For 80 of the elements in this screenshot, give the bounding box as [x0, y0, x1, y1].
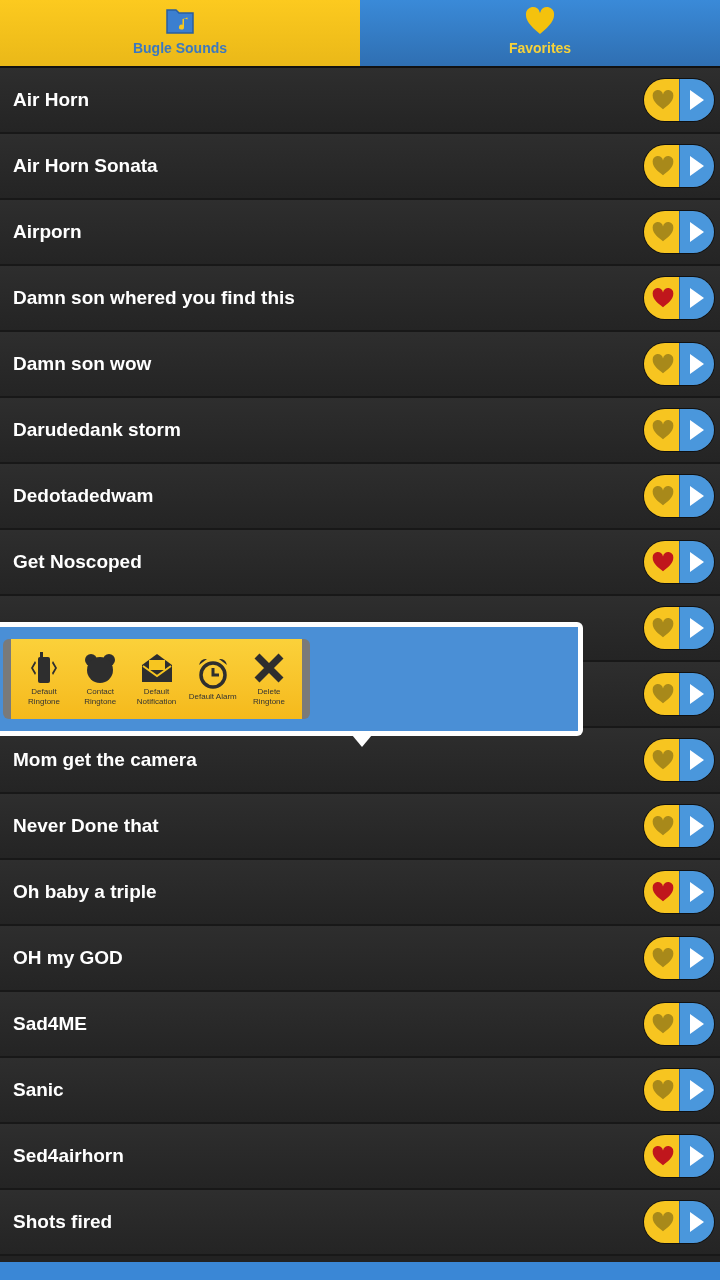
favorite-button[interactable]: [644, 805, 680, 847]
action-button[interactable]: Default Ringtone: [17, 651, 71, 707]
play-icon: [689, 353, 705, 375]
play-button[interactable]: [679, 343, 714, 385]
sound-name[interactable]: Darudedank storm: [13, 415, 181, 445]
play-icon: [689, 749, 705, 771]
favorite-button[interactable]: [644, 211, 680, 253]
favorite-button[interactable]: [644, 409, 680, 451]
action-button[interactable]: Delete Ringtone: [242, 651, 296, 707]
favorite-button[interactable]: [644, 871, 680, 913]
play-button[interactable]: [679, 211, 714, 253]
play-button[interactable]: [679, 937, 714, 979]
favorite-button[interactable]: [644, 343, 680, 385]
play-icon: [689, 1145, 705, 1167]
play-button[interactable]: [679, 1135, 714, 1177]
play-button[interactable]: [679, 1003, 714, 1045]
play-icon: [689, 881, 705, 903]
action-button[interactable]: Default Notification: [129, 651, 184, 707]
play-icon: [689, 1079, 705, 1101]
play-icon: [689, 485, 705, 507]
animal-head-icon: [83, 651, 118, 685]
sound-name[interactable]: Mom get the camera: [13, 745, 197, 775]
action-button[interactable]: Contact Ringtone: [73, 651, 128, 707]
play-icon: [689, 221, 705, 243]
close-icon: [252, 651, 286, 685]
sound-name[interactable]: Air Horn: [13, 85, 89, 115]
favorite-button[interactable]: [644, 739, 680, 781]
play-icon: [689, 551, 705, 573]
sound-name[interactable]: Air Horn Sonata: [13, 151, 158, 181]
favorite-button[interactable]: [644, 1069, 680, 1111]
favorite-button[interactable]: [644, 937, 680, 979]
play-button[interactable]: [679, 277, 714, 319]
play-button[interactable]: [679, 871, 714, 913]
heart-icon: [525, 6, 555, 36]
favorite-button[interactable]: [644, 475, 680, 517]
favorite-button[interactable]: [644, 541, 680, 583]
favorite-button[interactable]: [644, 607, 680, 649]
play-button[interactable]: [679, 805, 714, 847]
favorite-button[interactable]: [644, 673, 680, 715]
music-folder-icon: [165, 6, 195, 36]
sound-name[interactable]: Sanic: [13, 1075, 64, 1105]
sound-name[interactable]: Dedotadedwam: [13, 481, 154, 511]
sound-name[interactable]: Damn son whered you find this: [13, 283, 295, 313]
play-button[interactable]: [679, 739, 714, 781]
favorite-button[interactable]: [644, 1135, 680, 1177]
play-icon: [689, 89, 705, 111]
sound-name[interactable]: Airporn: [13, 217, 82, 247]
play-icon: [689, 419, 705, 441]
sound-name[interactable]: Oh baby a triple: [13, 877, 157, 907]
sound-name[interactable]: Never Done that: [13, 811, 159, 841]
sound-name[interactable]: Sed4airhorn: [13, 1141, 124, 1171]
play-icon: [689, 815, 705, 837]
sound-name[interactable]: OH my GOD: [13, 943, 123, 973]
favorite-button[interactable]: [644, 1201, 680, 1243]
sound-name[interactable]: Damn son wow: [13, 349, 152, 379]
play-icon: [689, 617, 705, 639]
play-icon: [689, 155, 705, 177]
play-button[interactable]: [679, 475, 714, 517]
play-button[interactable]: [679, 541, 714, 583]
action-button[interactable]: Default Alarm: [185, 656, 240, 702]
envelope-icon: [139, 651, 174, 685]
play-button[interactable]: [679, 409, 714, 451]
play-icon: [689, 1211, 705, 1233]
play-button[interactable]: [679, 145, 714, 187]
play-button[interactable]: [679, 79, 714, 121]
play-button[interactable]: [679, 1201, 714, 1243]
play-button[interactable]: [679, 673, 714, 715]
favorite-button[interactable]: [644, 1003, 680, 1045]
play-icon: [689, 683, 705, 705]
play-button[interactable]: [679, 607, 714, 649]
favorite-button[interactable]: [644, 79, 680, 121]
play-icon: [689, 1013, 705, 1035]
sound-name[interactable]: Sad4ME: [13, 1009, 87, 1039]
favorite-button[interactable]: [644, 277, 680, 319]
sound-name[interactable]: Get Noscoped: [13, 547, 142, 577]
play-icon: [689, 947, 705, 969]
play-button[interactable]: [679, 1069, 714, 1111]
play-icon: [689, 287, 705, 309]
sound-name[interactable]: Shots fired: [13, 1207, 113, 1237]
favorite-button[interactable]: [644, 145, 680, 187]
